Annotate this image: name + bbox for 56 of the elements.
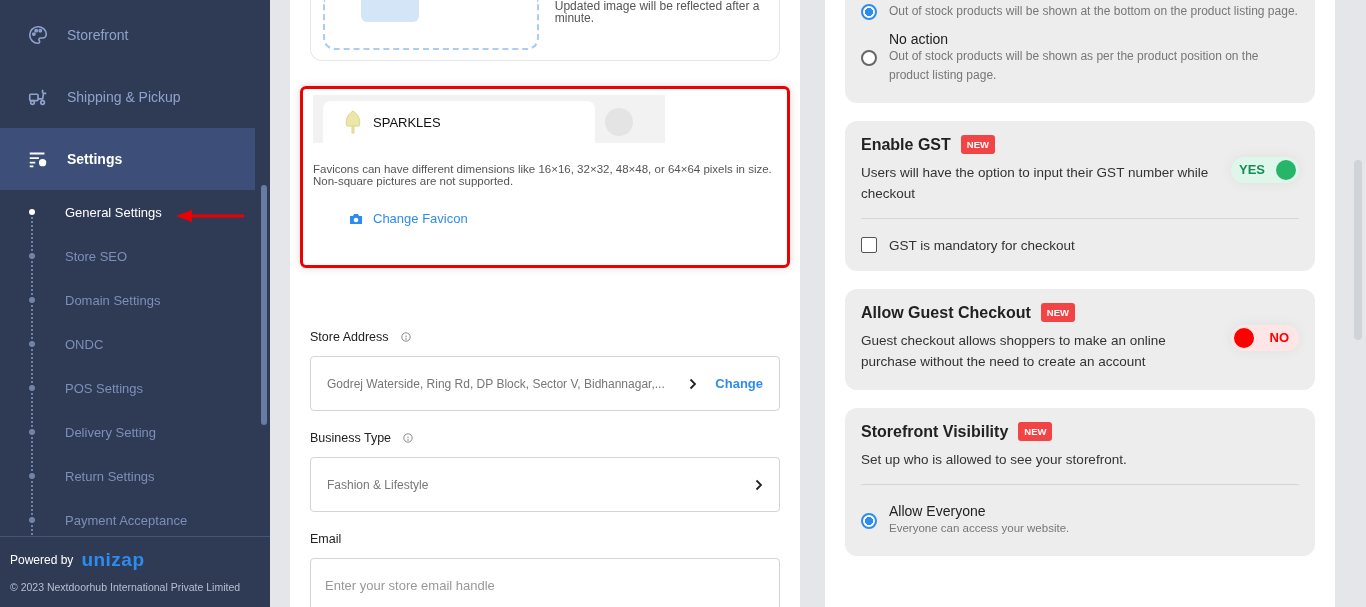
chevron-right-icon — [755, 478, 763, 491]
copyright-text: © 2023 Nextdoorhub International Private Limited — [10, 581, 242, 593]
change-address-button[interactable]: Change — [715, 376, 763, 391]
checkbox[interactable] — [861, 237, 877, 253]
palette-icon — [27, 24, 49, 46]
change-favicon-button[interactable]: Change Favicon — [349, 207, 468, 230]
chevron-right-icon — [689, 377, 698, 390]
business-type-select[interactable]: Fashion & Lifestyle — [310, 457, 780, 512]
new-badge: NEW — [1040, 303, 1075, 322]
sidebar-subitem[interactable]: General Settings — [0, 190, 270, 234]
sidebar-subitem[interactable]: Return Settings — [0, 454, 270, 498]
help-icon[interactable] — [403, 433, 414, 443]
field-label: Business Type — [310, 431, 392, 445]
nav-item[interactable]: Settings — [0, 128, 255, 190]
field-label: Email — [310, 532, 342, 546]
option-title: Allow Everyone — [889, 503, 987, 519]
sidebar-subitem[interactable]: POS Settings — [0, 366, 270, 410]
radio-button[interactable] — [861, 3, 877, 20]
camera-icon — [349, 212, 363, 225]
favicon-description: Favicons can have different dimensions like 16×16, 32×32, 48×48, or 64×64 pixels in size. Non-square pictures are not supported. — [313, 163, 773, 187]
image-dropzone[interactable] — [323, 0, 539, 50]
sidebar-subitem[interactable]: Store SEO — [0, 234, 270, 278]
image-note: Updated image will be reflected after a minute. — [554, 0, 761, 27]
nav-item[interactable]: Shipping & Pickup — [0, 66, 255, 128]
scrollbar[interactable] — [261, 185, 267, 425]
sidebar-subitem[interactable]: Payment Acceptance — [0, 498, 270, 536]
card-title: Storefront Visibility — [861, 422, 1009, 441]
card-title: Enable GST — [861, 135, 951, 154]
image-thumbnail — [361, 0, 419, 22]
toggle-switch[interactable]: NO — [1231, 324, 1299, 351]
sidebar-subitem[interactable]: ONDC — [0, 322, 270, 366]
new-badge: NEW — [1018, 422, 1053, 441]
email-input[interactable]: Enter your store email handle — [310, 558, 780, 607]
card-description: Users will have the option to input their GST number while checkout — [861, 164, 1210, 203]
toggle-switch[interactable]: YES — [1231, 156, 1299, 183]
checkbox-label: GST is mandatory for checkout — [889, 237, 1075, 253]
powered-by-label: Powered by — [10, 553, 74, 567]
brand-logo: unizap — [81, 549, 145, 571]
radio-button[interactable] — [861, 50, 877, 66]
help-icon[interactable] — [400, 332, 411, 342]
card-description: Guest checkout allows shoppers to make an online purchase without the need to create an account — [861, 332, 1167, 371]
option-description: Out of stock products will be shown as per the product position on the product listing page. — [889, 48, 1260, 84]
field-label: Store Address — [310, 330, 389, 344]
card-title: Allow Guest Checkout — [861, 303, 1031, 322]
radio-button[interactable] — [861, 512, 877, 529]
new-badge: NEW — [960, 135, 995, 154]
option-title: No action — [889, 31, 950, 47]
card-description: Set up who is allowed to see your storefront. — [861, 451, 1128, 469]
address-field[interactable]: Godrej Waterside, Ring Rd, DP Block, Sector V, Bidhannagar,... Change — [310, 356, 780, 411]
browser-tab-preview: SPARKLES — [323, 101, 595, 143]
option-description: Everyone can access your website. — [889, 521, 1070, 536]
nav-item[interactable]: Storefront — [0, 4, 255, 66]
tree-icon — [343, 109, 363, 135]
sidebar-subitem[interactable]: Delivery Setting — [0, 410, 270, 454]
sidebar-subitem[interactable]: Domain Settings — [0, 278, 270, 322]
option-description: Out of stock products will be shown at the bottom on the product listing page. — [889, 3, 1298, 20]
